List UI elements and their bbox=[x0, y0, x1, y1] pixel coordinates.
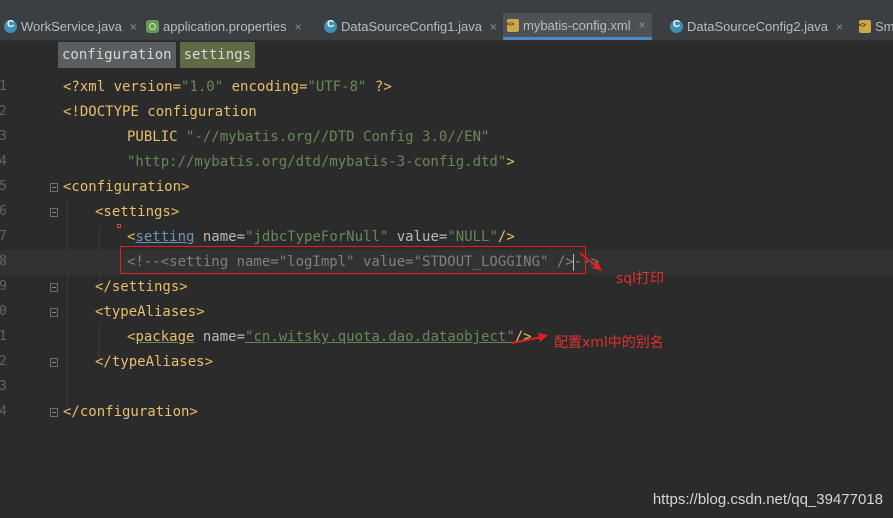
breadcrumb: configuration settings bbox=[58, 42, 256, 70]
code-text: "http://mybatis.org/dtd/mybatis-3-config… bbox=[127, 154, 515, 170]
tab-datasourceconfig1[interactable]: DataSourceConfig1.java × bbox=[320, 13, 503, 40]
code-text: <settings> bbox=[95, 204, 180, 220]
code-line: 6 <settings> bbox=[0, 200, 893, 225]
code-line: 0 <typeAliases> bbox=[0, 300, 893, 325]
properties-file-icon bbox=[146, 20, 159, 33]
tab-label: application.properties bbox=[163, 19, 287, 34]
code-text: </settings> bbox=[95, 279, 188, 295]
error-marker-icon bbox=[117, 224, 121, 228]
tab-datasourceconfig2[interactable]: DataSourceConfig2.java × bbox=[666, 13, 849, 40]
java-class-icon bbox=[670, 19, 683, 33]
close-icon[interactable]: × bbox=[295, 20, 302, 34]
fold-toggle-icon[interactable] bbox=[50, 208, 58, 217]
close-icon[interactable]: × bbox=[490, 20, 497, 34]
line-number: 2 bbox=[0, 104, 7, 119]
tab-label: DataSourceConfig1.java bbox=[341, 19, 482, 34]
tab-label: Sm bbox=[875, 19, 893, 34]
line-number: 3 bbox=[0, 379, 7, 394]
fold-toggle-icon[interactable] bbox=[50, 183, 58, 192]
code-text: <!DOCTYPE configuration bbox=[63, 104, 257, 120]
close-icon[interactable]: × bbox=[130, 20, 137, 34]
code-text: PUBLIC "-//mybatis.org//DTD Config 3.0//… bbox=[127, 129, 490, 145]
code-text: <configuration> bbox=[63, 179, 190, 195]
fold-toggle-icon[interactable] bbox=[50, 283, 58, 292]
line-number: 1 bbox=[0, 329, 7, 344]
annotation-highlight-box bbox=[120, 246, 586, 274]
line-number: 4 bbox=[0, 404, 7, 419]
tab-workservice[interactable]: WorkService.java × bbox=[0, 13, 143, 40]
fold-toggle-icon[interactable] bbox=[50, 358, 58, 367]
tab-mybatis-config[interactable]: mybatis-config.xml × bbox=[503, 13, 652, 40]
code-text: <typeAliases> bbox=[95, 304, 205, 320]
breadcrumb-configuration[interactable]: configuration bbox=[58, 42, 176, 68]
line-number: 8 bbox=[0, 254, 7, 269]
code-line: 2 </typeAliases> bbox=[0, 350, 893, 375]
tab-truncated[interactable]: Sm bbox=[855, 13, 893, 40]
line-number: 9 bbox=[0, 279, 7, 294]
java-class-icon bbox=[4, 19, 17, 33]
xml-file-icon bbox=[859, 20, 871, 33]
code-text: <package name="cn.witsky.quota.dao.datao… bbox=[127, 329, 532, 345]
code-line: 2 <!DOCTYPE configuration bbox=[0, 100, 893, 125]
line-number: 6 bbox=[0, 204, 7, 219]
line-number: 7 bbox=[0, 229, 7, 244]
line-number: 2 bbox=[0, 354, 7, 369]
tab-application-properties[interactable]: application.properties × bbox=[142, 13, 308, 40]
tab-label: DataSourceConfig2.java bbox=[687, 19, 828, 34]
code-line: 1 <?xml version="1.0" encoding="UTF-8" ?… bbox=[0, 75, 893, 100]
code-line: 4 "http://mybatis.org/dtd/mybatis-3-conf… bbox=[0, 150, 893, 175]
code-line: 3 PUBLIC "-//mybatis.org//DTD Config 3.0… bbox=[0, 125, 893, 150]
editor-tab-bar: WorkService.java × application.propertie… bbox=[0, 0, 893, 41]
tab-label: WorkService.java bbox=[21, 19, 122, 34]
xml-file-icon bbox=[507, 18, 519, 32]
line-number: 3 bbox=[0, 129, 7, 144]
line-number: 4 bbox=[0, 154, 7, 169]
code-text: <setting name="jdbcTypeForNull" value="N… bbox=[127, 229, 515, 245]
fold-toggle-icon[interactable] bbox=[50, 308, 58, 317]
line-number: 1 bbox=[0, 79, 7, 94]
code-line: 3 bbox=[0, 375, 893, 400]
close-icon[interactable]: × bbox=[836, 20, 843, 34]
code-line: 1 <package name="cn.witsky.quota.dao.dat… bbox=[0, 325, 893, 350]
annotation-sql-print: sql打印 bbox=[616, 271, 665, 287]
code-line: 5 <configuration> bbox=[0, 175, 893, 200]
annotation-arrow-icon bbox=[579, 252, 602, 271]
close-icon[interactable]: × bbox=[639, 18, 646, 32]
watermark: https://blog.csdn.net/qq_39477018 bbox=[652, 491, 883, 508]
breadcrumb-settings[interactable]: settings bbox=[179, 42, 256, 68]
code-editor[interactable]: 1 <?xml version="1.0" encoding="UTF-8" ?… bbox=[0, 75, 893, 518]
code-text: </typeAliases> bbox=[95, 354, 214, 370]
code-text: </configuration> bbox=[63, 404, 198, 420]
code-line: 4 </configuration> bbox=[0, 400, 893, 425]
tab-label: mybatis-config.xml bbox=[523, 17, 631, 33]
annotation-alias: 配置xml中的别名 bbox=[554, 335, 664, 351]
code-line: 9 </settings> bbox=[0, 275, 893, 300]
line-number: 5 bbox=[0, 179, 7, 194]
code-text: <?xml version="1.0" encoding="UTF-8" ?> bbox=[63, 79, 392, 95]
annotation-arrow-icon bbox=[511, 333, 548, 344]
fold-toggle-icon[interactable] bbox=[50, 408, 58, 417]
java-class-icon bbox=[324, 19, 337, 33]
line-number: 0 bbox=[0, 304, 7, 319]
